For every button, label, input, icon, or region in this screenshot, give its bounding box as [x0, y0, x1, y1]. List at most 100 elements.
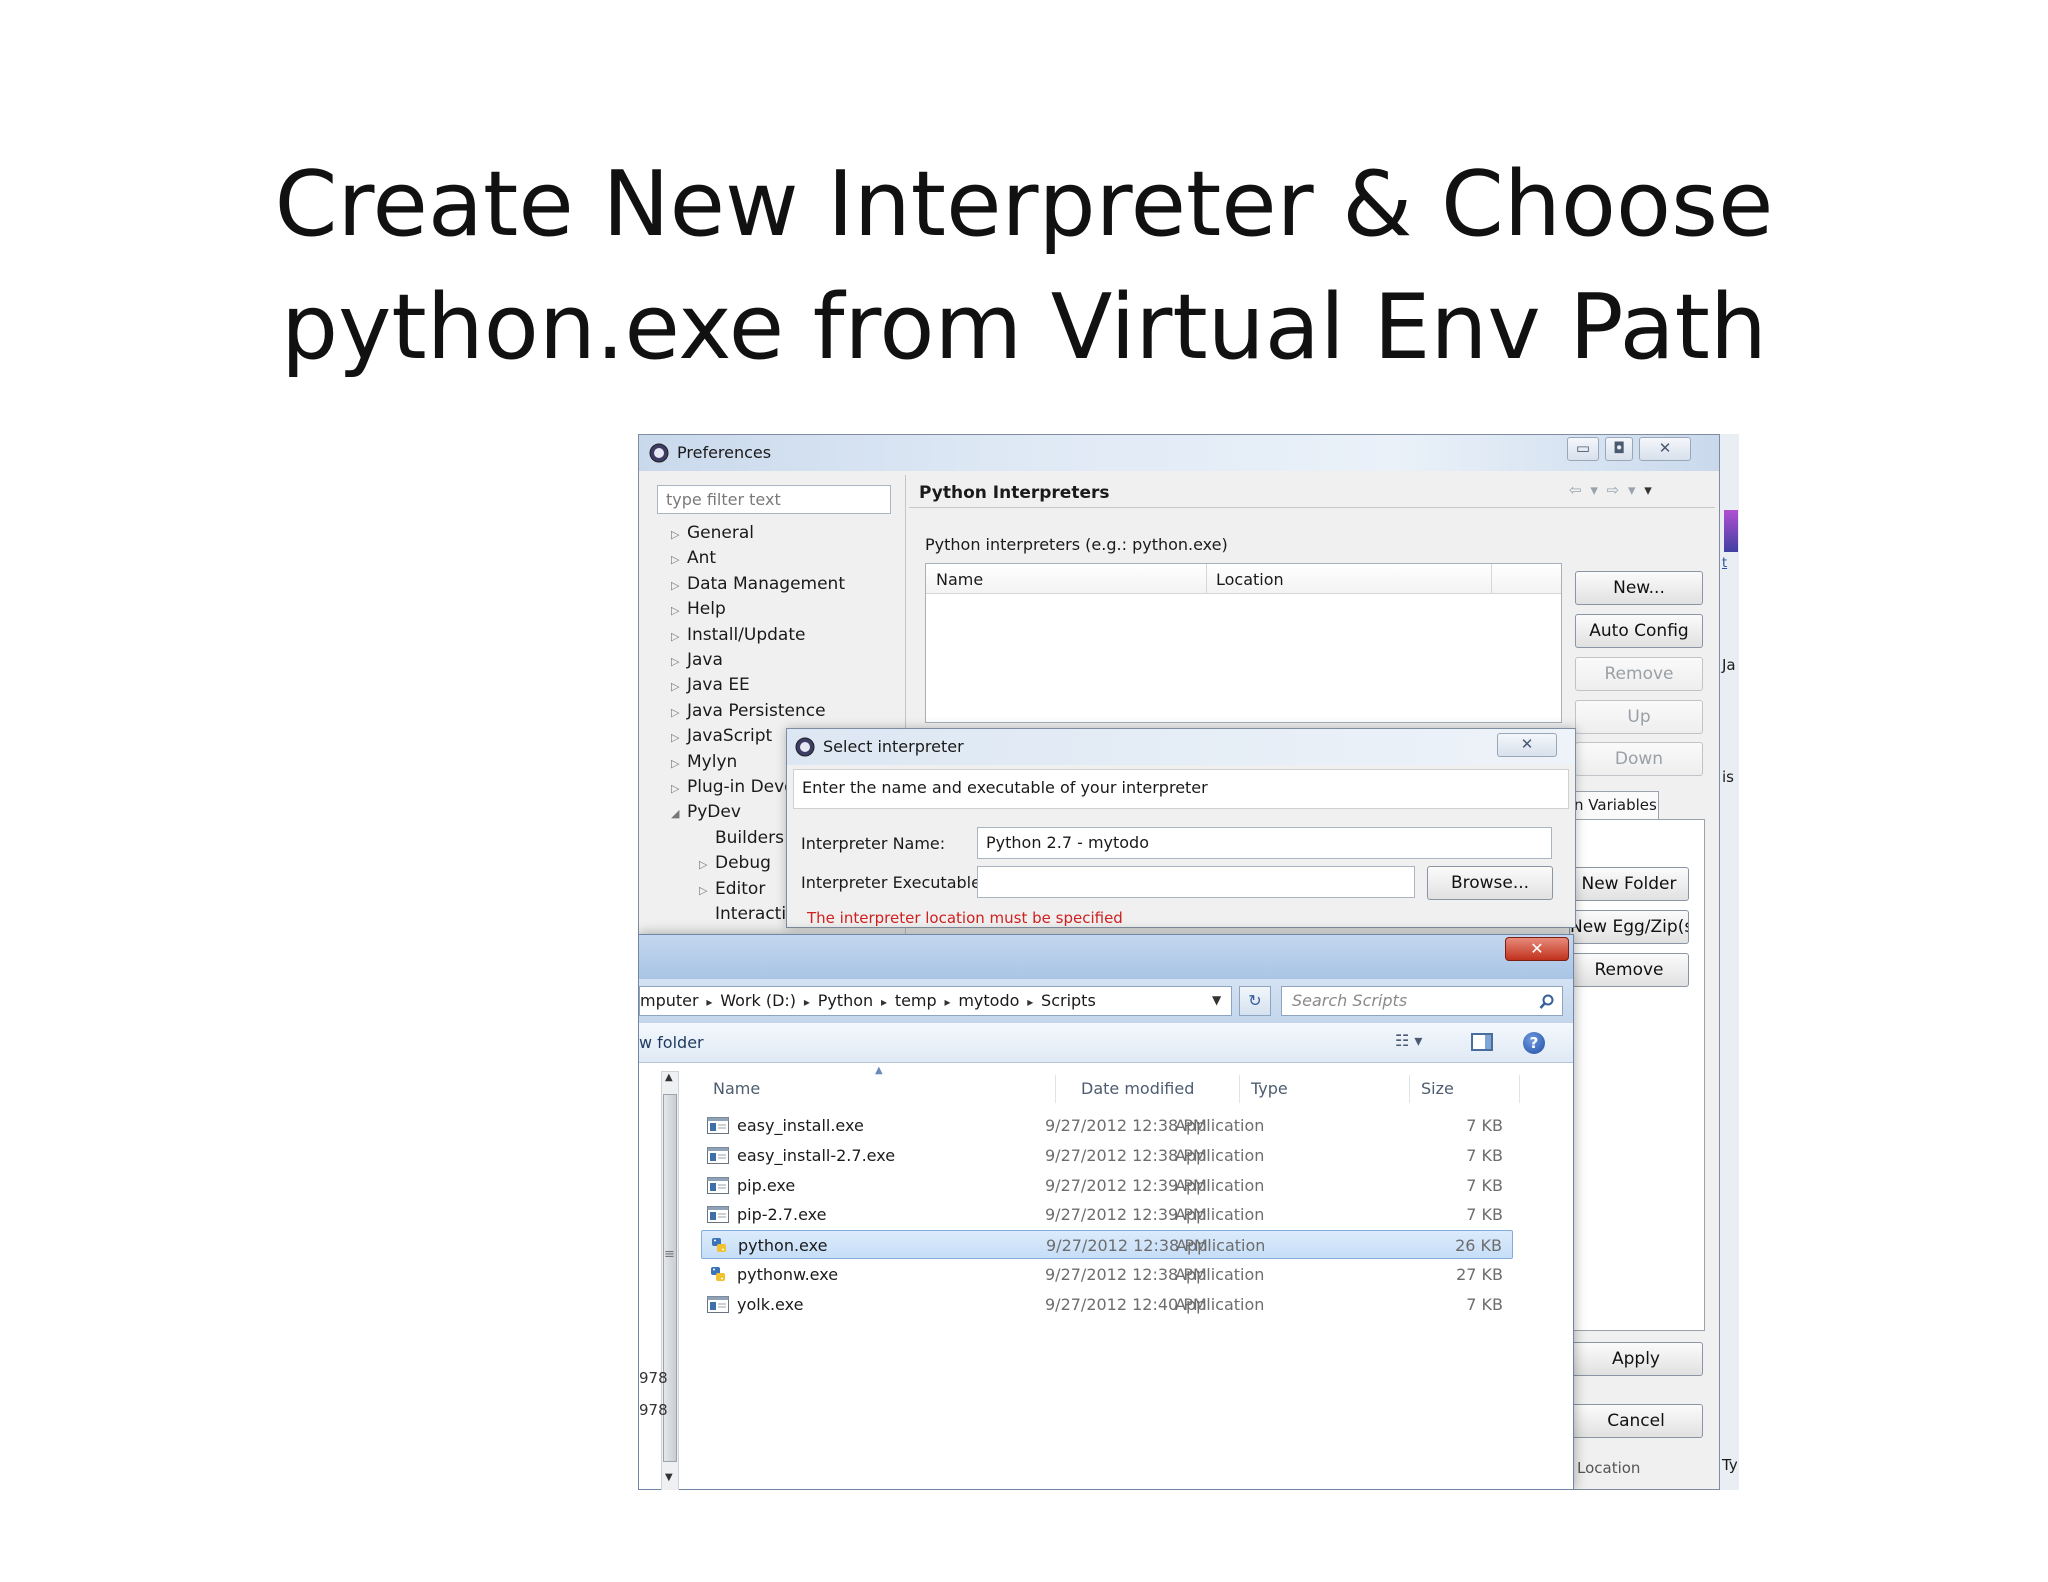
tree-item[interactable]: ◢ PyDev [671, 800, 741, 825]
file-row[interactable]: pip.exe 9/27/2012 12:39 PM Application 7 KB [701, 1171, 1513, 1200]
header-divider [909, 507, 1715, 508]
search-input[interactable]: Search Scripts [1281, 986, 1563, 1016]
breadcrumb-segment[interactable]: Work (D:) [720, 991, 796, 1010]
collapse-icon[interactable]: ◢ [671, 801, 687, 826]
help-icon[interactable]: ? [1523, 1032, 1545, 1054]
tree-item[interactable]: ▷ Install/Update [671, 623, 805, 648]
interpreter-executable-input[interactable] [977, 866, 1415, 898]
tree-item[interactable]: ▷ Java EE [671, 673, 750, 698]
tree-item[interactable]: ▷ Mylyn [671, 750, 737, 775]
nav-arrows[interactable]: ⇦ ▾ ⇨ ▾ ▾ [1569, 481, 1654, 499]
file-dialog-close-button[interactable]: ✕ [1505, 937, 1569, 961]
column-date-modified[interactable]: Date modified [1081, 1079, 1194, 1098]
tree-item[interactable]: ▷ Debug [699, 851, 771, 876]
tree-item[interactable]: ▷ Java Persistence [671, 699, 826, 724]
new-folder-button[interactable]: New Folder [1569, 867, 1689, 901]
file-row[interactable]: python.exe 9/27/2012 12:38 PM Application 2… [701, 1230, 1513, 1260]
breadcrumb-segment[interactable]: mytodo [958, 991, 1019, 1010]
expand-icon[interactable]: ▷ [671, 751, 687, 776]
breadcrumb-separator-icon[interactable]: ▸ [800, 995, 814, 1009]
auto-config-button[interactable]: Auto Config [1575, 614, 1703, 648]
expand-icon[interactable]: ▷ [671, 598, 687, 623]
expand-icon[interactable]: ▷ [671, 573, 687, 598]
close-button[interactable]: ✕ [1639, 437, 1691, 461]
file-type: Application [1175, 1145, 1265, 1165]
file-row[interactable]: pip-2.7.exe 9/27/2012 12:39 PM Application… [701, 1200, 1513, 1229]
file-row[interactable]: easy_install.exe 9/27/2012 12:38 PM Applic… [701, 1111, 1513, 1140]
preferences-titlebar[interactable]: Preferences ▭ ◘ ✕ [639, 435, 1719, 471]
file-row[interactable]: yolk.exe 9/27/2012 12:40 PM Application 7 K… [701, 1290, 1513, 1319]
file-row[interactable]: easy_install-2.7.exe 9/27/2012 12:38 PM Ap… [701, 1141, 1513, 1170]
breadcrumb-separator-icon[interactable]: ▸ [703, 995, 717, 1009]
new-interpreter-button[interactable]: New... [1575, 571, 1703, 605]
breadcrumb-segment[interactable]: mputer [640, 991, 699, 1010]
new-egg-button[interactable]: New Egg/Zip(s) [1569, 910, 1689, 944]
expand-icon[interactable]: ▷ [671, 624, 687, 649]
maximize-button[interactable]: ◘ [1605, 437, 1633, 461]
expand-icon[interactable]: ▷ [671, 674, 687, 699]
tree-item[interactable]: ▷ Help [671, 597, 726, 622]
apply-button[interactable]: Apply [1569, 1342, 1703, 1376]
tree-item[interactable]: ▷ Java [671, 648, 723, 673]
select-dialog-titlebar[interactable]: Select interpreter ✕ [787, 729, 1575, 765]
tree-item-label: JavaScript [687, 726, 773, 747]
tree-item[interactable]: ▷ Ant [671, 546, 716, 571]
preview-pane-icon[interactable] [1471, 1033, 1493, 1051]
tree-item[interactable]: ▷ Plug-in Deve [671, 775, 795, 800]
tree-item[interactable]: ▷ General [671, 521, 754, 546]
breadcrumb-segment[interactable]: temp [895, 991, 937, 1010]
search-icon[interactable] [1539, 994, 1555, 1010]
cancel-button[interactable]: Cancel [1569, 1404, 1703, 1438]
column-size[interactable]: Size [1421, 1079, 1454, 1098]
file-size: 26 KB [1455, 1236, 1502, 1256]
expand-icon[interactable]: ▷ [671, 700, 687, 725]
column-name[interactable]: Name [713, 1079, 760, 1098]
tree-item[interactable]: ▷ Data Management [671, 572, 845, 597]
tree-item[interactable]: Interactiv [699, 902, 796, 927]
refresh-icon[interactable]: ↻ [1239, 986, 1271, 1016]
expand-icon[interactable]: ▷ [671, 776, 687, 801]
tree-item-label: Ant [687, 548, 717, 569]
expand-icon[interactable]: ▷ [671, 522, 687, 547]
file-type: Application [1176, 1236, 1266, 1256]
breadcrumb-separator-icon[interactable]: ▸ [877, 995, 891, 1009]
app-icon [707, 1295, 729, 1313]
breadcrumb-separator-icon[interactable]: ▸ [941, 995, 955, 1009]
breadcrumb-segment[interactable]: Scripts [1041, 991, 1096, 1010]
file-row[interactable]: pythonw.exe 9/27/2012 12:38 PM Application… [701, 1260, 1513, 1289]
browse-button[interactable]: Browse... [1427, 866, 1553, 900]
interpreters-table[interactable]: Name Location [925, 563, 1562, 723]
file-dialog-titlebar[interactable]: ✕ [639, 935, 1573, 979]
new-folder-button[interactable]: w folder [639, 1033, 704, 1052]
minimize-button[interactable]: ▭ [1567, 437, 1599, 461]
column-type[interactable]: Type [1251, 1079, 1288, 1098]
location-label-partial: Location [1577, 1459, 1641, 1477]
tree-item[interactable]: ▷ Editor [699, 877, 765, 902]
expand-icon[interactable]: ▷ [699, 852, 715, 877]
expand-icon[interactable]: ▷ [671, 547, 687, 572]
eclipse-icon [795, 737, 815, 757]
expand-icon[interactable]: ▷ [699, 878, 715, 903]
breadcrumb[interactable]: mputer ▸ Work (D:) ▸ Python ▸ temp ▸ myt… [639, 986, 1232, 1016]
tab-environment-variables[interactable]: n Variables [1569, 791, 1659, 819]
breadcrumb-separator-icon[interactable]: ▸ [1023, 995, 1037, 1009]
down-button[interactable]: Down [1575, 742, 1703, 776]
interpreter-name-input[interactable]: Python 2.7 - mytodo [977, 827, 1552, 859]
view-options-icon[interactable]: ☷ ▾ [1395, 1031, 1422, 1050]
remove-interpreter-button[interactable]: Remove [1575, 657, 1703, 691]
expand-icon[interactable]: ▷ [671, 725, 687, 750]
column-name[interactable]: Name [936, 570, 983, 589]
chevron-down-icon[interactable]: ▼ [1212, 993, 1221, 1007]
scroll-up-icon[interactable]: ▲ [665, 1072, 673, 1083]
up-button[interactable]: Up [1575, 700, 1703, 734]
tree-item[interactable]: Builders [699, 826, 784, 851]
select-dialog-close-button[interactable]: ✕ [1497, 733, 1557, 757]
scroll-down-icon[interactable]: ▼ [665, 1472, 673, 1483]
column-location[interactable]: Location [1216, 570, 1284, 589]
remove-path-button[interactable]: Remove [1569, 953, 1689, 987]
expand-icon[interactable]: ▷ [671, 649, 687, 674]
tree-item[interactable]: ▷ JavaScript [671, 724, 772, 749]
breadcrumb-segment[interactable]: Python [818, 991, 873, 1010]
file-size: 7 KB [1466, 1205, 1503, 1225]
filter-input[interactable]: type filter text [657, 485, 891, 514]
